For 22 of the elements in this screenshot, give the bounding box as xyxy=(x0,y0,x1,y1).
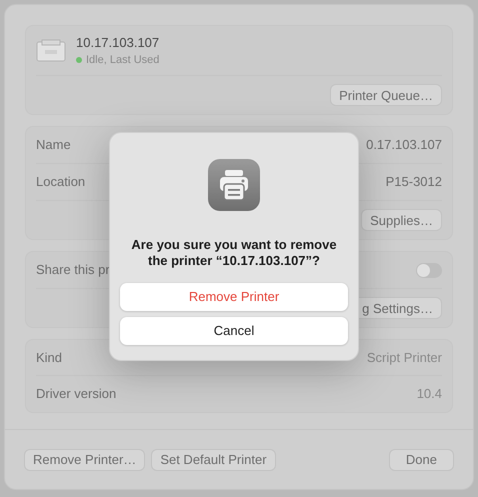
detail-value: P15-3012 xyxy=(386,173,442,192)
info-value: 10.4 xyxy=(416,385,442,404)
alert-message: Are you sure you want to remove the printer “10.17.103.107”? xyxy=(130,237,338,269)
printer-name: 10.17.103.107 xyxy=(76,34,160,52)
info-label: Driver version xyxy=(36,385,116,404)
share-toggle[interactable] xyxy=(416,262,442,278)
info-label: Kind xyxy=(36,348,62,367)
supplies-button[interactable]: Supplies… xyxy=(361,209,442,231)
printer-icon xyxy=(208,159,260,211)
printer-status: Idle, Last Used xyxy=(86,53,160,68)
printer-icon xyxy=(36,38,66,62)
remove-printer-button[interactable]: Remove Printer… xyxy=(24,448,146,470)
detail-label: Location xyxy=(36,173,86,192)
set-default-button[interactable]: Set Default Printer xyxy=(151,448,276,470)
done-button[interactable]: Done xyxy=(388,448,454,470)
cancel-button[interactable]: Cancel xyxy=(120,317,348,345)
share-label: Share this pr xyxy=(36,261,110,280)
detail-value: 0.17.103.107 xyxy=(366,136,442,154)
remove-printer-button[interactable]: Remove Printer xyxy=(120,283,348,311)
detail-label: Name xyxy=(36,136,71,154)
info-value: Script Printer xyxy=(366,348,442,367)
printer-queue-button[interactable]: Printer Queue… xyxy=(330,84,442,106)
